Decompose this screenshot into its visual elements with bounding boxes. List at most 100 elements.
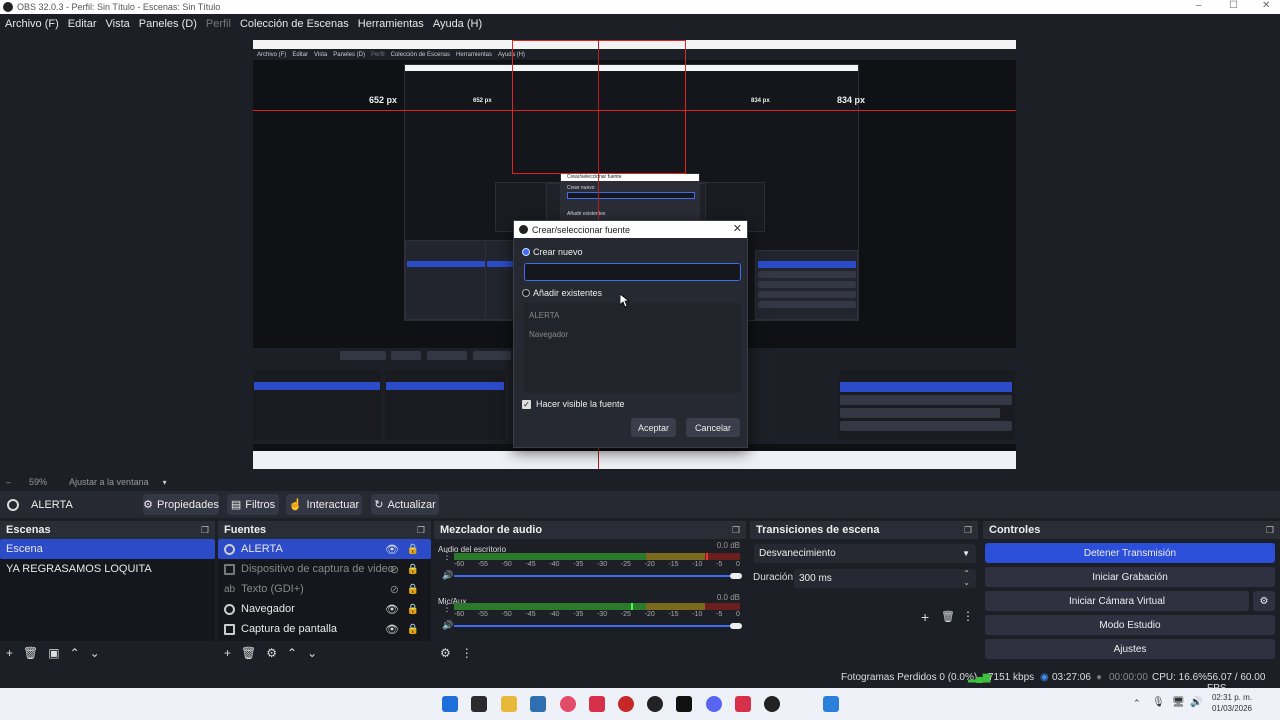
- source-item[interactable]: Dispositivo de captura de video ⊘ 🔒: [218, 559, 431, 579]
- app-icon[interactable]: [676, 696, 692, 712]
- eye-hidden-icon[interactable]: ⊘: [390, 563, 399, 576]
- trash-icon[interactable]: 🗑: [941, 610, 955, 623]
- media-player-icon[interactable]: [764, 696, 780, 712]
- lock-icon[interactable]: 🔒: [407, 544, 419, 555]
- system-clock[interactable]: 02:31 p. m. 01/03/2026: [1212, 692, 1252, 714]
- close-button[interactable]: ✕: [1262, 0, 1270, 11]
- add-transition-icon[interactable]: +: [921, 609, 929, 625]
- undock-icon[interactable]: ❐: [964, 525, 972, 536]
- eye-hidden-icon[interactable]: ⊘: [390, 583, 399, 596]
- taskview-icon[interactable]: [471, 696, 487, 712]
- add-existing-radio[interactable]: Añadir existentes: [522, 288, 602, 298]
- lock-icon[interactable]: 🔒: [407, 604, 419, 615]
- settings-button[interactable]: Ajustes: [985, 639, 1275, 659]
- source-item[interactable]: ab Texto (GDI+) ⊘ 🔒: [218, 579, 431, 599]
- source-item[interactable]: Captura de pantalla 👁 🔒: [218, 619, 431, 639]
- maximize-button[interactable]: ☐: [1229, 0, 1238, 11]
- app-icon[interactable]: [735, 696, 751, 712]
- volume-icon[interactable]: 🔊: [1190, 697, 1202, 708]
- speaker-icon[interactable]: 🔊: [442, 620, 453, 631]
- virtual-camera-settings-button[interactable]: ⚙: [1253, 591, 1275, 611]
- start-virtual-camera-button[interactable]: Iniciar Cámara Virtual: [985, 591, 1249, 611]
- obs-icon[interactable]: [647, 696, 663, 712]
- zoom-out-button[interactable]: –: [6, 477, 11, 487]
- stop-streaming-button[interactable]: Detener Transmisión: [985, 543, 1275, 563]
- inner-scene-selected: [254, 382, 380, 390]
- studio-mode-button[interactable]: Modo Estudio: [985, 615, 1275, 635]
- network-icon[interactable]: 🖥: [1172, 697, 1185, 708]
- menu-editar[interactable]: Editar: [68, 18, 97, 30]
- gear-icon[interactable]: ⚙: [266, 646, 277, 660]
- windows-start-icon[interactable]: [442, 696, 458, 712]
- filter-icon[interactable]: ▣: [48, 646, 59, 660]
- trash-icon[interactable]: 🗑: [241, 646, 256, 660]
- transition-select[interactable]: Desvanecimiento ▼: [754, 544, 976, 563]
- mic-icon[interactable]: 🎙: [1152, 697, 1165, 708]
- undock-icon[interactable]: ❐: [201, 525, 209, 536]
- lock-icon[interactable]: 🔒: [407, 624, 419, 635]
- make-visible-checkbox[interactable]: ✓ Hacer visible la fuente: [522, 399, 625, 409]
- menu-paneles[interactable]: Paneles (D): [139, 18, 197, 30]
- source-name-input[interactable]: [524, 263, 741, 281]
- speaker-icon[interactable]: 🔊: [442, 570, 453, 581]
- lock-icon[interactable]: 🔒: [407, 564, 419, 575]
- discord-icon[interactable]: [706, 696, 722, 712]
- chevron-up-icon[interactable]: ⌃: [287, 646, 297, 660]
- list-item[interactable]: ALERTA: [524, 303, 741, 322]
- add-source-icon[interactable]: +: [224, 646, 231, 660]
- eye-icon[interactable]: 👁: [385, 543, 399, 556]
- scene-item[interactable]: Escena: [0, 539, 215, 559]
- kebab-menu-icon[interactable]: ⋮: [461, 646, 473, 660]
- volume-slider-knob[interactable]: [730, 623, 742, 629]
- spinner-icon[interactable]: ⌃ ⌄: [963, 569, 970, 587]
- properties-button[interactable]: ⚙ Propiedades: [143, 494, 219, 515]
- chevron-up-icon[interactable]: ⌃: [1133, 698, 1141, 709]
- add-scene-icon[interactable]: +: [6, 646, 13, 660]
- minimize-button[interactable]: –: [1196, 0, 1202, 11]
- cpu-usage: CPU: 16.6%: [1152, 672, 1208, 683]
- list-item[interactable]: Navegador: [524, 322, 741, 341]
- volume-slider[interactable]: [454, 625, 742, 627]
- chevron-down-icon[interactable]: ⌄: [307, 646, 317, 660]
- kebab-menu-icon[interactable]: ⋮: [442, 603, 452, 614]
- undock-icon[interactable]: ❐: [732, 525, 740, 536]
- trash-icon[interactable]: 🗑: [23, 646, 38, 660]
- interact-button[interactable]: ☝ Interactuar: [286, 494, 362, 515]
- kebab-menu-icon[interactable]: ⋮: [442, 551, 452, 562]
- lock-icon[interactable]: 🔒: [407, 584, 419, 595]
- volume-slider-knob[interactable]: [730, 573, 742, 579]
- fit-window-label[interactable]: Ajustar a la ventana: [69, 477, 149, 487]
- menu-coleccion-escenas[interactable]: Colección de Escenas: [240, 18, 349, 30]
- undock-icon[interactable]: ❐: [1266, 525, 1274, 536]
- create-new-radio[interactable]: Crear nuevo: [522, 247, 583, 257]
- chevron-down-icon[interactable]: ⌄: [90, 646, 100, 660]
- source-item[interactable]: ALERTA 👁 🔒: [218, 539, 431, 559]
- menu-ayuda[interactable]: Ayuda (H): [433, 18, 482, 30]
- undock-icon[interactable]: ❐: [417, 525, 425, 536]
- duration-input[interactable]: 300 ms ⌃ ⌄: [794, 569, 976, 588]
- cancel-button[interactable]: Cancelar: [686, 418, 740, 437]
- chevron-up-icon[interactable]: ⌃: [70, 646, 80, 660]
- start-recording-button[interactable]: Iniciar Grabación: [985, 567, 1275, 587]
- scene-item[interactable]: YA REGRASAMOS LOQUITA: [0, 559, 215, 579]
- filters-button[interactable]: ▤ Filtros: [227, 494, 279, 515]
- app-icon[interactable]: [823, 696, 839, 712]
- dialog-close-button[interactable]: ✕: [733, 222, 742, 235]
- opera-icon[interactable]: [560, 696, 576, 712]
- menu-herramientas[interactable]: Herramientas: [358, 18, 424, 30]
- accept-button[interactable]: Aceptar: [631, 418, 676, 437]
- menu-vista[interactable]: Vista: [106, 18, 130, 30]
- source-item[interactable]: Navegador 👁 🔒: [218, 599, 431, 619]
- chevron-down-icon[interactable]: ▾: [163, 478, 167, 487]
- menu-archivo[interactable]: Archivo (F): [5, 18, 59, 30]
- store-icon[interactable]: [530, 696, 546, 712]
- app-icon[interactable]: [618, 696, 634, 712]
- app-icon[interactable]: [589, 696, 605, 712]
- volume-slider[interactable]: [454, 575, 742, 577]
- kebab-menu-icon[interactable]: ⋮: [962, 609, 974, 623]
- refresh-button[interactable]: ↻ Actualizar: [371, 494, 439, 515]
- eye-icon[interactable]: 👁: [385, 603, 399, 616]
- file-explorer-icon[interactable]: [501, 696, 517, 712]
- eye-icon[interactable]: 👁: [385, 623, 399, 636]
- advanced-audio-icon[interactable]: ⚙: [440, 646, 451, 660]
